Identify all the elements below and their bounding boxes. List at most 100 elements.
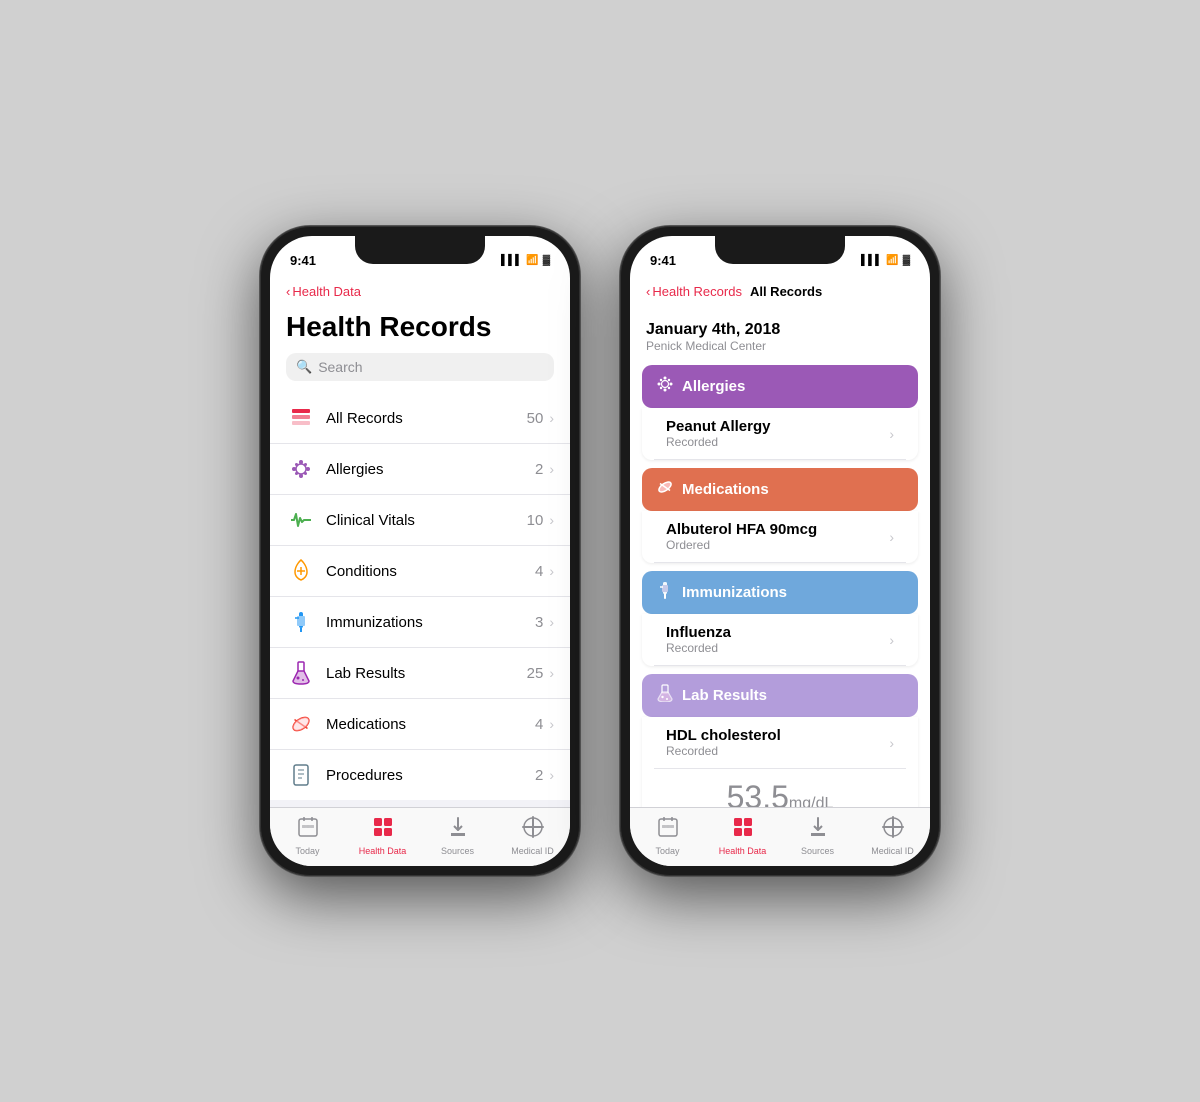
list-item-procedures[interactable]: Procedures 2 ›: [270, 750, 570, 800]
allergies-band-icon: [656, 375, 674, 398]
lab-results-band-label: Lab Results: [682, 687, 767, 704]
albuterol-info: Albuterol HFA 90mcg Ordered: [666, 521, 889, 552]
conditions-icon: [286, 556, 316, 586]
medications-icon: [286, 709, 316, 739]
date-location: Penick Medical Center: [646, 339, 914, 353]
all-records-chevron: ›: [549, 410, 554, 426]
clinical-vitals-count: 10: [527, 512, 544, 529]
tab-health-data[interactable]: Health Data: [345, 808, 420, 858]
medical-id-icon: [522, 816, 544, 844]
right-health-data-label: Health Data: [719, 846, 767, 856]
back-label: Health Data: [292, 284, 361, 299]
lab-value-number: 53.5mg/dL: [658, 779, 902, 807]
wifi-icon: 📶: [526, 255, 538, 266]
allergies-count: 2: [535, 461, 543, 478]
peanut-allergy-status: Recorded: [666, 435, 889, 449]
hdl-item[interactable]: HDL cholesterol Recorded ›: [654, 717, 906, 769]
right-sources-icon: [807, 816, 829, 844]
right-sources-label: Sources: [801, 846, 834, 856]
all-records-count: 50: [527, 410, 544, 427]
left-screen: ‹ Health Data Health Records 🔍 Search: [270, 280, 570, 866]
health-data-icon: [372, 816, 394, 844]
list-item-allergies[interactable]: Allergies 2 ›: [270, 444, 570, 495]
right-tab-today[interactable]: Today: [630, 808, 705, 858]
right-screen: ‹ Health Records All Records January 4th…: [630, 280, 930, 866]
battery-icon: ▓: [543, 255, 550, 266]
peanut-allergy-item[interactable]: Peanut Allergy Recorded ›: [654, 408, 906, 460]
right-back-button[interactable]: ‹ Health Records: [646, 284, 742, 299]
back-button[interactable]: ‹ Health Data: [286, 284, 361, 299]
lab-value-section: 53.5mg/dL 50 60: [642, 769, 918, 807]
clinical-vitals-icon: [286, 505, 316, 535]
search-bar[interactable]: 🔍 Search: [286, 353, 554, 381]
hdl-chevron: ›: [889, 735, 894, 751]
hdl-name: HDL cholesterol: [666, 727, 889, 744]
immunizations-band-label: Immunizations: [682, 584, 787, 601]
right-health-data-icon: [732, 816, 754, 844]
list-item-immunizations[interactable]: Immunizations 3 ›: [270, 597, 570, 648]
right-tab-health-data[interactable]: Health Data: [705, 808, 780, 858]
tab-today[interactable]: Today: [270, 808, 345, 858]
lab-results-label: Lab Results: [326, 665, 527, 682]
right-medical-id-label: Medical ID: [871, 846, 914, 856]
right-today-label: Today: [655, 846, 679, 856]
albuterol-item[interactable]: Albuterol HFA 90mcg Ordered ›: [654, 511, 906, 563]
right-tab-bar: Today Health Data Sources: [630, 807, 930, 866]
lab-value-unit: mg/dL: [789, 795, 833, 807]
search-icon: 🔍: [296, 359, 312, 375]
allergies-records: Peanut Allergy Recorded ›: [642, 408, 918, 460]
right-back-label: Health Records: [652, 284, 742, 299]
tab-medical-id[interactable]: Medical ID: [495, 808, 570, 858]
medications-band: Medications: [642, 468, 918, 511]
right-tab-medical-id[interactable]: Medical ID: [855, 808, 930, 858]
chevron-left-icon: ‹: [286, 284, 290, 299]
right-nav-bar: ‹ Health Records All Records: [630, 280, 930, 307]
medications-band-label: Medications: [682, 481, 769, 498]
medications-band-icon: [656, 478, 674, 501]
influenza-name: Influenza: [666, 624, 889, 641]
procedures-icon: [286, 760, 316, 790]
sources-label: Sources: [441, 846, 474, 856]
today-icon: [297, 816, 319, 844]
search-placeholder: Search: [318, 359, 362, 375]
immunizations-chevron: ›: [549, 614, 554, 630]
left-tab-bar: Today Health Data Sources: [270, 807, 570, 866]
page-title: Health Records: [270, 307, 570, 353]
immunizations-records: Influenza Recorded ›: [642, 614, 918, 666]
lab-results-icon: [286, 658, 316, 688]
status-time: 9:41: [290, 253, 316, 268]
right-signal-icon: ▌▌▌: [861, 255, 882, 266]
list-item-lab-results[interactable]: Lab Results 25 ›: [270, 648, 570, 699]
date-title: January 4th, 2018: [646, 321, 914, 339]
procedures-chevron: ›: [549, 767, 554, 783]
lab-results-chevron: ›: [549, 665, 554, 681]
peanut-allergy-chevron: ›: [889, 426, 894, 442]
lab-results-band: Lab Results: [642, 674, 918, 717]
influenza-status: Recorded: [666, 641, 889, 655]
right-status-time: 9:41: [650, 253, 676, 268]
immunizations-icon: [286, 607, 316, 637]
immunizations-band-icon: [656, 581, 674, 604]
medications-records: Albuterol HFA 90mcg Ordered ›: [642, 511, 918, 563]
left-phone: 9:41 ▌▌▌ 📶 ▓ ‹ Health Data Health Record…: [260, 226, 580, 876]
medications-chevron: ›: [549, 716, 554, 732]
influenza-chevron: ›: [889, 632, 894, 648]
sources-icon: [447, 816, 469, 844]
right-tab-sources[interactable]: Sources: [780, 808, 855, 858]
list-item-clinical-vitals[interactable]: Clinical Vitals 10 ›: [270, 495, 570, 546]
allergies-chevron: ›: [549, 461, 554, 477]
medications-label: Medications: [326, 716, 535, 733]
influenza-item[interactable]: Influenza Recorded ›: [654, 614, 906, 666]
tab-sources[interactable]: Sources: [420, 808, 495, 858]
allergies-icon: [286, 454, 316, 484]
list-item-medications[interactable]: Medications 4 ›: [270, 699, 570, 750]
list-item-all-records[interactable]: All Records 50 ›: [270, 393, 570, 444]
right-medical-id-icon: [882, 816, 904, 844]
right-nav-title: All Records: [750, 284, 822, 299]
list-item-conditions[interactable]: Conditions 4 ›: [270, 546, 570, 597]
albuterol-chevron: ›: [889, 529, 894, 545]
clinical-vitals-label: Clinical Vitals: [326, 512, 527, 529]
procedures-label: Procedures: [326, 767, 535, 784]
immunizations-band: Immunizations: [642, 571, 918, 614]
albuterol-status: Ordered: [666, 538, 889, 552]
